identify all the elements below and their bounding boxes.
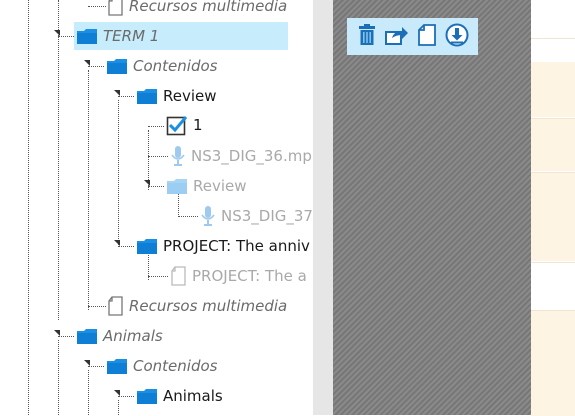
folder-icon <box>136 238 158 255</box>
panel-divider[interactable] <box>313 0 333 415</box>
tree-item-label: Review <box>163 87 217 105</box>
tree-line <box>148 276 168 277</box>
tree-item-label: Recursos multimedia <box>129 0 288 15</box>
expand-toggle[interactable] <box>114 90 120 96</box>
item-toolbar <box>347 18 478 55</box>
tree-item-label: TERM 1 <box>103 27 160 45</box>
tree-line <box>148 186 164 187</box>
trash-icon <box>358 23 376 50</box>
tree-line <box>28 0 29 415</box>
tree-line <box>118 96 134 97</box>
tree-item-label: Contenidos <box>133 57 218 75</box>
tree-item-label: Review <box>193 177 247 195</box>
microphone-icon <box>170 145 186 167</box>
tree-line <box>178 216 198 217</box>
tree-item-label: Animals <box>103 327 163 345</box>
tree-line <box>118 100 119 245</box>
tree-line <box>118 396 134 397</box>
tree-item-label: NS3_DIG_37 <box>221 207 313 225</box>
share-button[interactable] <box>385 24 409 50</box>
tree-item-audio[interactable]: NS3_DIG_37 <box>200 203 313 229</box>
file-icon <box>170 266 187 286</box>
tree-line <box>88 306 106 307</box>
tree-item-label: Recursos multimedia <box>129 297 288 315</box>
folder-icon <box>76 28 98 45</box>
delete-button[interactable] <box>355 23 379 50</box>
tree-item-label: NS3_DIG_36.mp <box>191 147 312 165</box>
expand-toggle[interactable] <box>84 360 90 366</box>
tree-item-audio[interactable]: NS3_DIG_36.mp <box>170 143 312 169</box>
microphone-icon <box>200 205 216 227</box>
document-button[interactable] <box>415 23 439 50</box>
checkbox-icon <box>166 114 188 136</box>
tree-item-activity-1[interactable]: 1 <box>166 112 203 138</box>
document-icon <box>418 23 436 50</box>
folder-icon <box>106 58 128 75</box>
tree-line <box>118 400 119 415</box>
tree-item-animals[interactable]: Animals <box>76 323 163 349</box>
file-icon <box>107 296 124 316</box>
folder-icon <box>136 388 158 405</box>
expand-toggle[interactable] <box>84 60 90 66</box>
tree-line <box>118 246 134 247</box>
tree-item-label: Contenidos <box>133 357 218 375</box>
content-tree: Recursos multimedia TERM 1 Contenidos Re… <box>0 0 313 415</box>
folder-icon <box>166 178 188 195</box>
tree-line <box>88 370 89 415</box>
expand-toggle[interactable] <box>144 180 150 186</box>
folder-icon <box>106 358 128 375</box>
folder-icon <box>136 88 158 105</box>
tree-line <box>88 6 106 7</box>
tree-item-contenidos[interactable]: Contenidos <box>106 353 217 379</box>
expand-toggle[interactable] <box>114 390 120 396</box>
tree-item-label: PROJECT: The a <box>192 267 307 285</box>
download-icon <box>445 23 469 51</box>
tree-item-term-1[interactable]: TERM 1 <box>76 23 159 49</box>
download-button[interactable] <box>445 23 469 51</box>
folder-icon <box>76 328 98 345</box>
tree-item-project-file[interactable]: PROJECT: The a <box>170 263 307 289</box>
tree-item-project-folder[interactable]: PROJECT: The anniv <box>136 233 310 259</box>
tree-item-review[interactable]: Review <box>136 83 217 109</box>
tree-item-recursos-multimedia[interactable]: Recursos multimedia <box>107 0 287 19</box>
tree-line <box>58 36 74 37</box>
tree-item-animals-sub[interactable]: Animals <box>136 383 223 409</box>
tree-item-recursos-multimedia[interactable]: Recursos multimedia <box>107 293 287 319</box>
tree-item-review-sub[interactable]: Review <box>166 173 247 199</box>
tree-item-label: PROJECT: The anniv <box>163 237 310 255</box>
tree-line <box>88 366 104 367</box>
tree-line <box>88 66 104 67</box>
tree-item-contenidos[interactable]: Contenidos <box>106 53 217 79</box>
expand-toggle[interactable] <box>114 240 120 246</box>
expand-toggle[interactable] <box>54 30 60 36</box>
tree-line <box>148 156 168 157</box>
tree-item-label: Animals <box>163 387 223 405</box>
tree-line <box>58 0 59 320</box>
tree-line <box>58 336 74 337</box>
preview-area <box>333 0 531 415</box>
right-panel <box>531 0 575 416</box>
tree-line <box>148 126 164 127</box>
tree-line <box>58 340 59 415</box>
share-icon <box>385 24 409 50</box>
file-icon <box>107 0 124 16</box>
tree-line <box>88 70 89 310</box>
tree-item-label: 1 <box>193 116 203 134</box>
expand-toggle[interactable] <box>54 330 60 336</box>
